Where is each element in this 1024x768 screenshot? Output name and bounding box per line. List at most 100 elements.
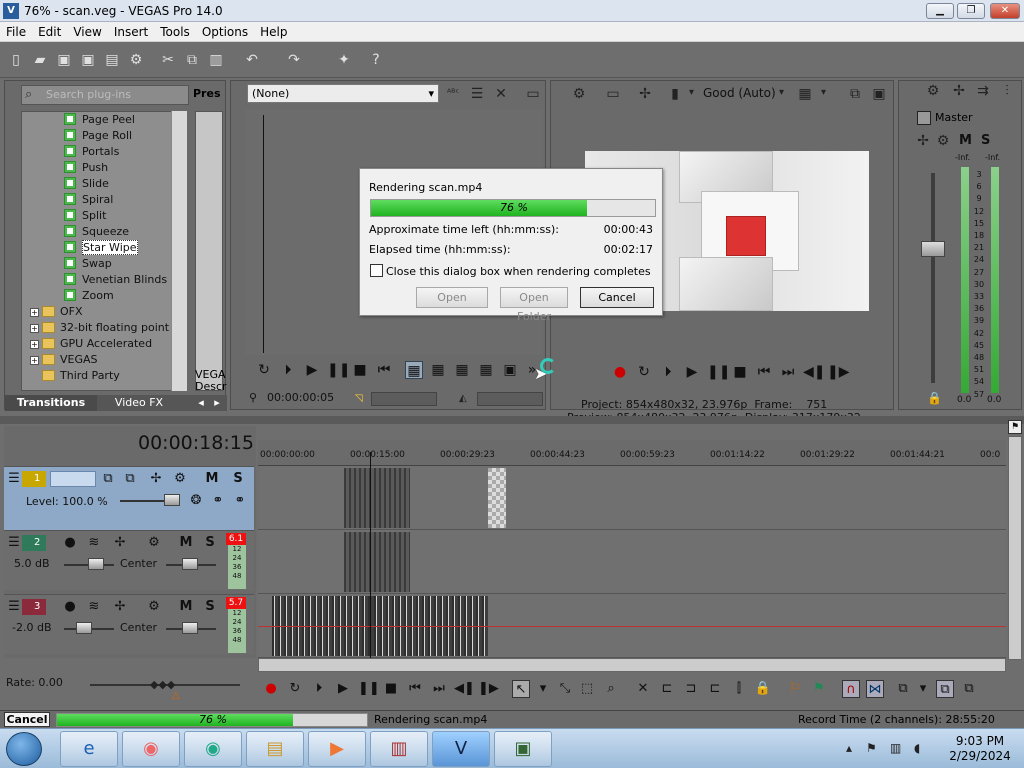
search-input[interactable]: Search plug-ins [21, 85, 189, 105]
master-fx-gear-icon[interactable]: ⚙ [933, 131, 953, 151]
track-3-volume-knob[interactable] [76, 622, 92, 634]
cancel-render-button[interactable]: Cancel [580, 287, 654, 308]
tree-scrollbar[interactable] [171, 111, 187, 391]
transition-clip[interactable] [488, 468, 506, 528]
save-as-icon[interactable]: ▣ [78, 50, 98, 70]
close-button[interactable]: ✕ [990, 3, 1020, 19]
open-icon[interactable]: ▰ [30, 50, 50, 70]
master-tools-icon[interactable]: ⇉ [973, 81, 993, 101]
save-icon[interactable]: ▣ [54, 50, 74, 70]
copy-snapshot-icon[interactable]: ⧉ [845, 84, 865, 104]
tree-item[interactable]: Zoom [22, 288, 186, 304]
play-icon[interactable]: ▶ [683, 363, 701, 381]
delete-icon[interactable]: ✕ [634, 680, 652, 698]
track-3-mute-button[interactable]: M [178, 599, 194, 614]
master-mute-button[interactable]: M [959, 133, 972, 148]
snapshot-icon[interactable]: ✦ [334, 50, 354, 70]
track-2-volume-knob[interactable] [88, 558, 104, 570]
track-2-header[interactable]: ☰ 2 ● ≋ ✢ ⚙ M S 6.1 5.0 dB Center 12 24 36… [4, 530, 254, 590]
zoom-tool-icon[interactable]: ⌕ [602, 680, 620, 698]
track-1-mute-button[interactable]: M [204, 471, 220, 486]
tree-item[interactable]: Venetian Blinds [22, 272, 186, 288]
status-cancel-button[interactable]: Cancel [4, 712, 50, 727]
redo-icon[interactable]: ↷ [284, 50, 304, 70]
go-start-icon[interactable]: ⏮ [375, 361, 393, 379]
tree-item[interactable]: +32-bit floating point [22, 320, 186, 336]
preview-gear-icon[interactable]: ⚙ [569, 84, 589, 104]
play-icon[interactable]: ▶ [303, 361, 321, 379]
tree-item[interactable]: Push [22, 160, 186, 176]
track-gear-icon[interactable]: ⚙ [146, 599, 162, 614]
pause-icon[interactable]: ❚❚ [707, 363, 730, 381]
tree-item[interactable]: + OFX [22, 304, 186, 320]
properties-gear-icon[interactable]: ⚙ [126, 50, 146, 70]
help-icon[interactable]: ? [366, 50, 386, 70]
video-clip[interactable] [344, 468, 410, 528]
open-button[interactable]: Open [416, 287, 488, 308]
stop-icon[interactable]: ■ [351, 361, 369, 379]
track-gear-icon[interactable]: ⚙ [172, 471, 188, 486]
tree-item[interactable]: + GPU Accelerated [22, 336, 186, 352]
firefox-icon[interactable]: ◉ [122, 731, 180, 767]
master-fx-icon[interactable]: ✢ [949, 81, 969, 101]
cut-icon[interactable]: ✂ [158, 50, 178, 70]
auto-crossfade-icon[interactable]: ⋈ [866, 680, 884, 698]
region-icon[interactable]: ⚑ [810, 680, 828, 698]
tree-item[interactable]: Page Peel [22, 112, 186, 128]
menu-edit[interactable]: Edit [32, 22, 67, 42]
menu-file[interactable]: File [0, 22, 32, 42]
out-point-icon[interactable]: ◭ [459, 393, 467, 404]
network-icon[interactable]: ▥ [890, 741, 901, 755]
trim-start-icon[interactable]: ⊐ [682, 680, 700, 698]
chevron-down-icon[interactable]: ▾ [534, 680, 552, 698]
child-icon[interactable]: ⚭ [232, 493, 248, 508]
track-fx-icon[interactable]: ✢ [112, 535, 128, 550]
next-frame-icon[interactable]: ❚▶ [478, 680, 499, 698]
ignore-grouping-icon[interactable]: ⧉ [960, 680, 978, 698]
master-solo-button[interactable]: S [981, 133, 990, 148]
internet-explorer-icon[interactable]: e [60, 731, 118, 767]
trim-mode-icon[interactable]: ▦ [405, 361, 423, 379]
chevron-down-icon[interactable]: ▾ [779, 87, 784, 98]
record-arm-icon[interactable]: ● [62, 599, 78, 614]
minimize-button[interactable]: ▁ [926, 3, 954, 19]
timeline-vertical-scrollbar[interactable] [1008, 436, 1022, 660]
tree-item[interactable]: Slide [22, 176, 186, 192]
normal-edit-tool-icon[interactable]: ↖ [512, 680, 530, 698]
master-mixer-icon[interactable]: ⫶ [997, 81, 1017, 101]
preview-mode-icon[interactable]: ▮ [665, 84, 685, 104]
trim-end-icon[interactable]: ⊏ [706, 680, 724, 698]
play-icon[interactable]: ▶ [334, 680, 352, 698]
lock-icon[interactable]: 🔒 [927, 391, 942, 405]
window-docking-icon[interactable]: ▭ [523, 84, 543, 104]
go-start-icon[interactable]: ⏮ [406, 680, 424, 698]
tree-item[interactable]: Star Wipe [22, 240, 186, 256]
play-from-start-icon[interactable]: ⏵ [279, 361, 297, 379]
menu-view[interactable]: View [67, 22, 107, 42]
new-project-icon[interactable]: ▯ [6, 50, 26, 70]
preset-list[interactable] [195, 111, 223, 391]
spellcheck-icon[interactable]: ᴬᴮᶜ [443, 84, 463, 104]
in-point-icon[interactable]: ◹ [355, 393, 363, 404]
vegas-taskbar-icon[interactable]: V [432, 731, 490, 767]
pause-icon[interactable]: ❚❚ [327, 361, 350, 379]
timeline-divider[interactable] [0, 416, 1024, 424]
track-motion-icon[interactable]: ⧉ [122, 471, 138, 486]
waveform-icon[interactable]: ≋ [86, 599, 102, 614]
go-end-icon[interactable]: ⏭ [430, 680, 448, 698]
track-menu-icon[interactable]: ☰ [6, 599, 22, 614]
prev-frame-icon[interactable]: ◀❚ [803, 363, 826, 381]
maximize-button[interactable]: ❐ [957, 3, 985, 19]
preview-quality-dropdown[interactable]: Good (Auto) [703, 86, 776, 100]
composite-mode-icon[interactable]: ❂ [188, 493, 204, 508]
track-menu-icon[interactable]: ☰ [6, 471, 22, 486]
tree-item[interactable]: Squeeze [22, 224, 186, 240]
track-1-solo-button[interactable]: S [230, 471, 246, 486]
trim-icon[interactable]: ⊏ [658, 680, 676, 698]
undo-icon[interactable]: ↶ [242, 50, 262, 70]
tab-video-fx[interactable]: Video FX [99, 395, 179, 411]
menu-options[interactable]: Options [196, 22, 254, 42]
track-1-header[interactable]: ☰ 1 ⧉ ⧉ ✢ ⚙ M S Level: 100.0 % ❂ ⚭ ⚭ [4, 466, 254, 530]
lock-icon[interactable]: 🔒 [754, 680, 772, 698]
loop-icon[interactable]: ↻ [255, 361, 273, 379]
